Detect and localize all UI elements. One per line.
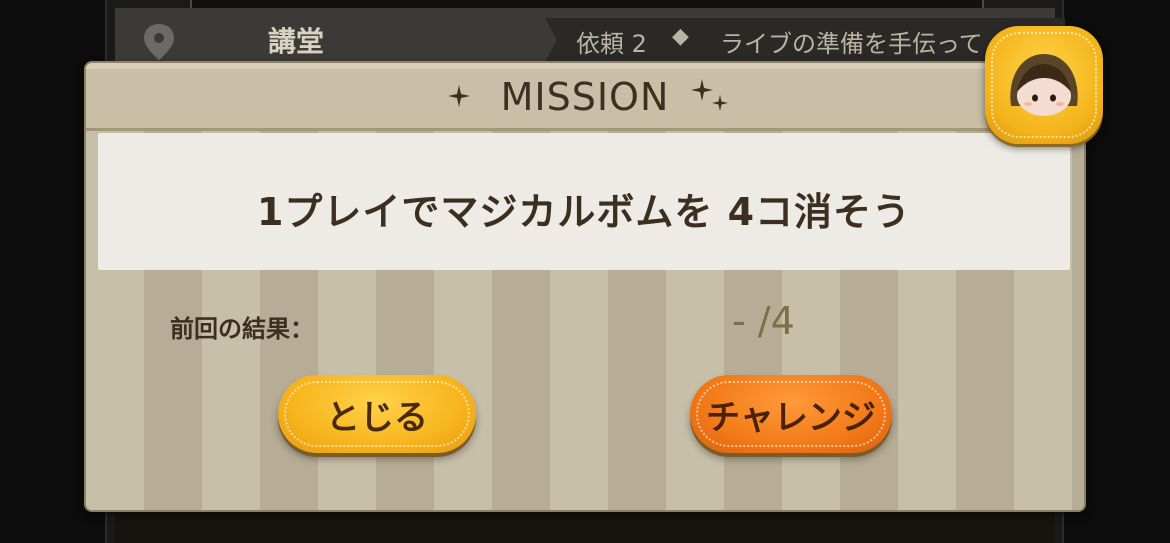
mission-dialog: MISSION 1プレイでマジカルボムを 4コ消そう 前回の結果： - /4 と… (86, 63, 1084, 510)
location-title: 講堂 (268, 25, 325, 58)
dialog-header: MISSION (86, 63, 1084, 131)
sparkle-icon (448, 85, 470, 107)
close-button-label: とじる (326, 397, 428, 438)
close-button[interactable]: とじる (278, 375, 476, 453)
previous-result-value: - /4 (732, 299, 795, 343)
map-pin-icon (144, 24, 174, 60)
tsum-character-icon (1010, 54, 1078, 116)
mission-text: 1プレイでマジカルボムを 4コ消そう (256, 190, 912, 234)
previous-result-label: 前回の結果： (170, 315, 314, 343)
dialog-title: MISSION (500, 75, 670, 119)
request-text: ライブの準備を手伝って (720, 30, 983, 58)
challenge-button[interactable]: チャレンジ (690, 375, 892, 453)
request-separator: ◆ (672, 24, 689, 49)
character-avatar[interactable] (985, 26, 1103, 144)
challenge-button-label: チャレンジ (706, 397, 876, 438)
mission-box: 1プレイでマジカルボムを 4コ消そう (98, 133, 1070, 270)
request-label: 依頼 2 (576, 30, 647, 58)
sparkles-icon (691, 79, 728, 111)
